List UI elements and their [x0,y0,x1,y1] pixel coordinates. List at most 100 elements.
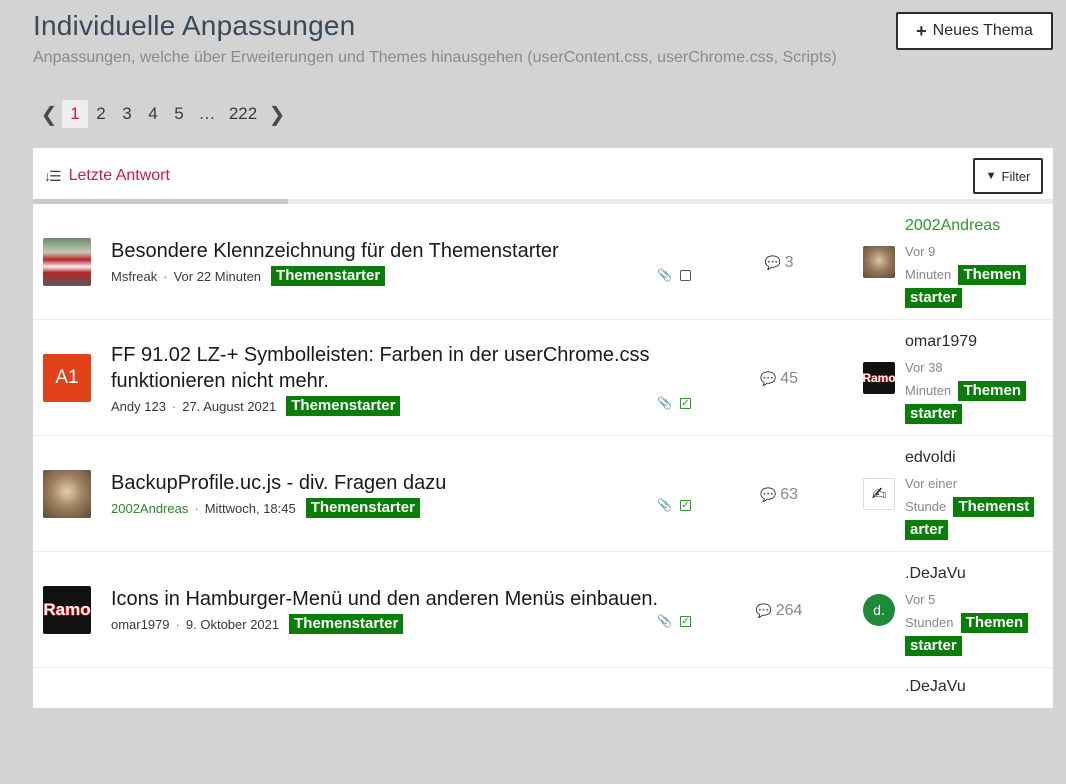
page-ellipsis: … [198,104,216,123]
last-poster-avatar-sketch[interactable]: ✍ [863,478,895,510]
plus-icon: + [916,20,927,41]
status-badge: Themen [960,613,1029,633]
thread-title-line1: FF 91.02 LZ-+ Symbolleisten: Farben in d… [111,344,650,366]
status-badge: Themenst [953,497,1035,517]
status-badge: Themenstarter [286,396,401,416]
last-post-time-line2: Minuten [905,267,952,282]
last-post-badge-line3: starter [905,286,1045,309]
paperclip-icon: 📎 [657,396,672,410]
speech-bubble-icon: 💬 [760,371,777,386]
last-post-badge-line3: arter [905,518,1045,541]
user-avatar-cat[interactable] [43,470,91,518]
page-3[interactable]: 3 [114,100,140,128]
thread-author[interactable]: 2002Andreas [111,501,188,516]
thread-time: 9. Oktober 2021 [185,616,280,632]
thread-row: A1 FF 91.02 LZ-+ Symbolleisten: Farben i… [33,320,1053,436]
meta-separator: · [194,500,199,516]
reply-count: 💬 264 [749,602,809,620]
sort-descending-icon: ↓☰ [44,167,62,184]
new-thread-button[interactable]: + Neues Thema [896,12,1053,50]
last-post-time-line2: Stunden [905,615,954,630]
filter-label: Filter [1001,168,1031,184]
solved-check-icon: ✓ [679,499,691,511]
thread-time: Mittwoch, 18:45 [204,500,296,516]
last-poster-name[interactable]: edvoldi [905,449,956,467]
page-1[interactable]: 1 [62,100,88,128]
thread-row: .DeJaVu [33,668,1053,784]
last-poster-name[interactable]: omar1979 [905,333,977,351]
thread-icons: 📎 ✓ [657,396,691,410]
speech-bubble-icon: 💬 [755,603,772,618]
paperclip-icon: 📎 [657,268,672,282]
last-post-time-line1: Vor 9 [905,244,936,259]
last-poster-name[interactable]: 2002Andreas [905,217,1000,235]
thread-icons: 📎 ✓ [657,614,691,628]
status-badge: Themenstarter [289,614,404,634]
last-poster-name[interactable]: .DeJaVu [905,678,966,696]
last-post-time-line2: Stunde [905,499,947,514]
filter-button[interactable]: ▼ Filter [973,158,1043,194]
last-post-time-line1: Vor 38 [905,360,943,375]
status-badge: starter [905,288,962,308]
user-avatar-initials[interactable]: A1 [43,354,91,402]
last-post-time: Vor 38 Minuten Themen starter [905,356,1045,425]
thread-author[interactable]: Andy 123 [111,399,166,414]
last-poster-avatar-ramo[interactable]: Ramo [863,362,895,394]
last-poster-avatar-initials[interactable]: d. [863,594,895,626]
meta-separator: · [163,268,168,284]
reply-count: 💬 45 [749,370,809,388]
last-post-time: Vor 9 Minuten Themen starter [905,240,1045,309]
reply-count: 💬 3 [749,254,809,272]
user-avatar-ramo[interactable]: Ramo [43,586,91,634]
thread-icons: 📎 ✓ [657,498,691,512]
page-5[interactable]: 5 [166,100,192,128]
prev-page-chevron-icon[interactable]: ❮ [36,100,62,128]
thread-meta: 2002Andreas · Mittwoch, 18:45 Themenstar… [111,498,420,518]
page-last[interactable]: 222 [222,100,264,128]
page-title: Individuelle Anpassungen [33,10,356,41]
thread-title[interactable]: FF 91.02 LZ-+ Symbolleisten: Farben in d… [111,342,671,394]
page-2[interactable]: 2 [88,100,114,128]
pagination: ❮ 1 2 3 4 5 … 222 ❯ [36,99,290,129]
status-badge: starter [905,636,962,656]
last-post-time-line2-row: Stunden Themen [905,611,1045,634]
last-post-time: Vor 5 Stunden Themen starter [905,588,1045,657]
thread-title[interactable]: Icons in Hamburger-Menü und den anderen … [111,586,671,612]
paperclip-icon: 📎 [657,614,672,628]
last-post-time-line2-row: Minuten Themen [905,379,1045,402]
sort-link[interactable]: ↓☰ Letzte Antwort [44,167,170,185]
thread-author[interactable]: Msfreak [111,269,157,284]
thread-time: 27. August 2021 [182,398,277,414]
next-page-chevron-icon[interactable]: ❯ [264,100,290,128]
last-post-time: Vor einer Stunde Themenst arter [905,472,1045,541]
last-poster-name[interactable]: .DeJaVu [905,565,966,583]
speech-bubble-icon: 💬 [760,487,777,502]
sort-label: Letzte Antwort [68,167,170,184]
status-badge: Themenstarter [305,498,420,518]
thread-meta: omar1979 · 9. Oktober 2021 Themenstarter [111,614,404,634]
page-4[interactable]: 4 [140,100,166,128]
solved-check-icon: ✓ [679,615,691,627]
last-post-time-line2-row: Stunde Themenst [905,495,1045,518]
paperclip-icon: 📎 [657,498,672,512]
thread-title[interactable]: BackupProfile.uc.js - div. Fragen dazu [111,470,671,496]
thread-row: Ramo Icons in Hamburger-Menü und den and… [33,552,1053,668]
last-poster-avatar-cat[interactable] [863,246,895,278]
thread-row: Besondere Klennzeichnung für den Themens… [33,204,1053,320]
last-post-time-line2-row: Minuten Themen [905,263,1045,286]
last-post-badge-line3: starter [905,402,1045,425]
last-post-badge-line3: starter [905,634,1045,657]
solved-check-icon: ✓ [679,397,691,409]
reply-count-value: 264 [775,602,803,619]
user-avatar-tram[interactable] [43,238,91,286]
thread-row: BackupProfile.uc.js - div. Fragen dazu 2… [33,436,1053,552]
last-post-time-line2: Minuten [905,383,952,398]
last-post-time-line1: Vor einer [905,476,958,491]
last-post-time-line1: Vor 5 [905,592,936,607]
thread-title[interactable]: Besondere Klennzeichnung für den Themens… [111,238,671,264]
status-badge: Themenstarter [271,266,386,286]
meta-separator: · [171,398,177,414]
reply-count-value: 3 [784,254,794,271]
thread-author[interactable]: omar1979 [111,617,170,632]
reply-count-value: 45 [780,370,798,387]
